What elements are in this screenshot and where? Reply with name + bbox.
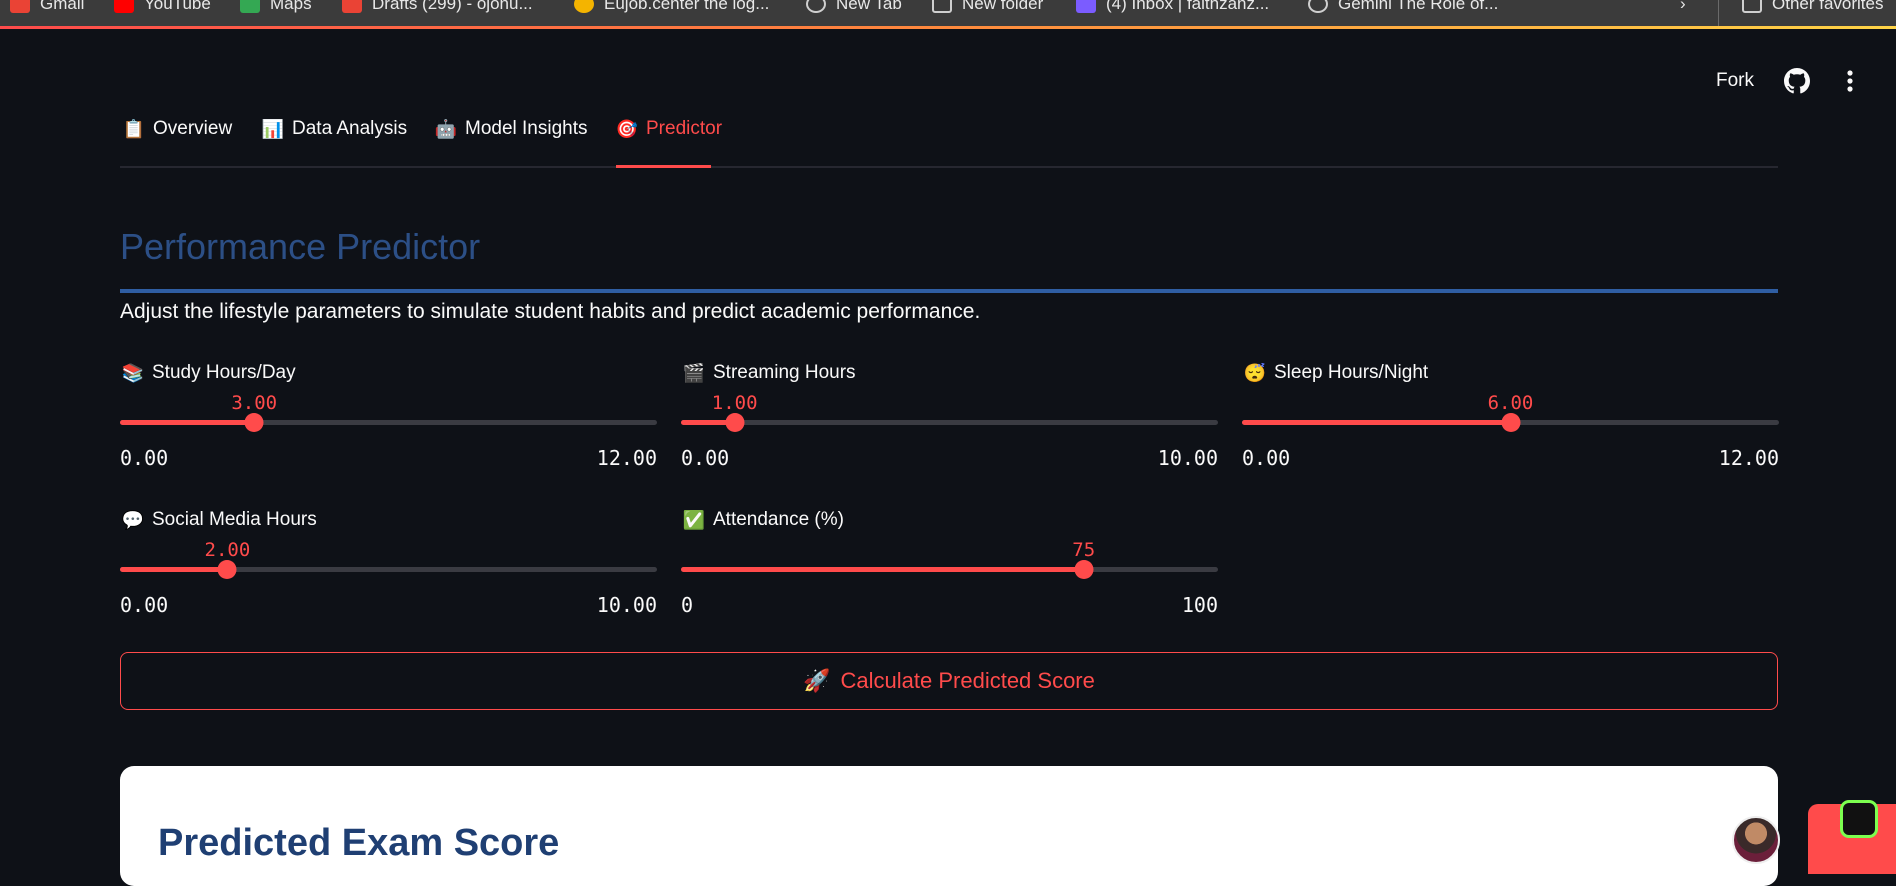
gmail-icon [10, 0, 30, 13]
bookmarks-overflow-chevron[interactable]: › [1680, 0, 1686, 14]
target-icon: 🎯 [615, 118, 639, 139]
bookmark-inbox[interactable]: (4) Inbox | faithzanz... [1076, 0, 1269, 14]
bar-chart-icon: 📊 [261, 118, 285, 139]
globe-icon [1308, 0, 1328, 13]
assistant-icon[interactable] [1840, 800, 1878, 838]
slider-fill [1242, 420, 1511, 425]
result-title: Predicted Exam Score [158, 822, 560, 864]
slider-fill [120, 420, 255, 425]
slider-track[interactable] [681, 413, 1218, 432]
page-subtitle: Adjust the lifestyle parameters to simul… [120, 300, 981, 323]
slider-track[interactable] [1242, 413, 1779, 432]
slider-value: 75 [1072, 539, 1096, 561]
slider-label: Streaming Hours [713, 362, 856, 383]
maps-icon [240, 0, 260, 13]
slider-thumb[interactable] [1074, 560, 1094, 579]
folder-icon [932, 0, 952, 13]
tab-bar: 📋 Overview 📊 Data Analysis 🤖 Model Insights… [120, 118, 1778, 168]
bookmarks-divider [1718, 0, 1719, 26]
clapper-icon: 🎬 [682, 362, 706, 383]
globe-icon [806, 0, 826, 13]
tab-data-analysis[interactable]: 📊 Data Analysis [262, 118, 407, 166]
study-hours-slider[interactable]: 📚 Study Hours/Day 3.00 0.00 12.00 [120, 362, 657, 482]
slider-label: Sleep Hours/Night [1274, 362, 1429, 383]
sleep-hours-slider[interactable]: 😴 Sleep Hours/Night 6.00 0.00 12.00 [1242, 362, 1779, 482]
slider-value: 3.00 [231, 392, 278, 414]
title-divider [120, 289, 1778, 293]
slider-label: Study Hours/Day [152, 362, 296, 383]
slider-label: Attendance (%) [713, 509, 844, 530]
slider-label: Social Media Hours [152, 509, 317, 530]
eujob-icon [574, 0, 594, 13]
slider-min: 0.00 [681, 446, 730, 470]
slider-min: 0.00 [120, 446, 169, 470]
check-mark-icon: ✅ [682, 509, 706, 530]
slider-thumb[interactable] [244, 413, 264, 432]
sleeping-face-icon: 😴 [1243, 362, 1267, 383]
slider-track[interactable] [120, 560, 657, 579]
bookmark-new-folder[interactable]: New folder [932, 0, 1043, 14]
slider-min: 0.00 [1242, 446, 1291, 470]
bookmark-gemini[interactable]: Gemini The Role of... [1308, 0, 1498, 14]
tab-model-insights[interactable]: 🤖 Model Insights [435, 118, 588, 166]
slider-min: 0.00 [120, 593, 169, 617]
slider-fill [120, 567, 228, 572]
slider-fill [681, 567, 1084, 572]
speech-bubble-icon: 💬 [121, 509, 145, 530]
bookmarks-bar: Gmail YouTube Maps Drafts (299) - ojonu.… [0, 0, 1896, 26]
button-label: Calculate Predicted Score [840, 668, 1095, 693]
calculate-score-button[interactable]: 🚀 Calculate Predicted Score [120, 652, 1778, 710]
page-title: Performance Predictor [120, 226, 481, 267]
mail-icon [1076, 0, 1096, 13]
slider-max: 100 [1181, 593, 1218, 617]
slider-value: 6.00 [1487, 392, 1534, 414]
robot-icon: 🤖 [434, 118, 458, 139]
slider-min: 0 [681, 593, 694, 617]
bookmark-other-favorites[interactable]: Other favorites [1742, 0, 1884, 14]
clipboard-icon: 📋 [122, 118, 146, 139]
streaming-hours-slider[interactable]: 🎬 Streaming Hours 1.00 0.00 10.00 [681, 362, 1218, 482]
folder-icon [1742, 0, 1762, 13]
bookmark-drafts[interactable]: Drafts (299) - ojonu... [342, 0, 533, 14]
tab-predictor[interactable]: 🎯 Predictor [615, 118, 722, 168]
attendance-slider[interactable]: ✅ Attendance (%) 75 0 100 [681, 509, 1218, 629]
bookmark-maps[interactable]: Maps [240, 0, 312, 14]
slider-max: 12.00 [596, 446, 657, 470]
user-avatar[interactable] [1732, 816, 1780, 864]
bookmark-gmail[interactable]: Gmail [10, 0, 84, 14]
slider-track[interactable] [681, 560, 1218, 579]
bookmark-eujob[interactable]: Eujob.center the log... [574, 0, 769, 14]
header-decoration-line [0, 26, 1896, 29]
slider-thumb[interactable] [217, 560, 237, 579]
github-icon[interactable] [1784, 68, 1810, 94]
bookmark-new-tab[interactable]: New Tab [806, 0, 902, 14]
tab-overview[interactable]: 📋 Overview [123, 118, 232, 166]
slider-max: 10.00 [596, 593, 657, 617]
bookmark-youtube[interactable]: YouTube [114, 0, 211, 14]
gmail-icon [342, 0, 362, 13]
slider-value: 1.00 [711, 392, 758, 414]
slider-thumb[interactable] [1501, 413, 1520, 432]
slider-thumb[interactable] [725, 413, 745, 432]
slider-value: 2.00 [204, 539, 251, 561]
slider-max: 10.00 [1157, 446, 1218, 470]
chevron-right-icon: › [1680, 0, 1686, 13]
rocket-icon: 🚀 [803, 668, 831, 693]
more-vertical-icon[interactable] [1840, 68, 1860, 94]
youtube-icon [114, 0, 134, 13]
slider-track[interactable] [120, 413, 657, 432]
prediction-result-card: Predicted Exam Score [120, 766, 1778, 886]
fork-button[interactable]: Fork [1716, 70, 1754, 92]
slider-max: 12.00 [1718, 446, 1779, 470]
books-icon: 📚 [121, 362, 145, 383]
social-media-hours-slider[interactable]: 💬 Social Media Hours 2.00 0.00 10.00 [120, 509, 657, 629]
